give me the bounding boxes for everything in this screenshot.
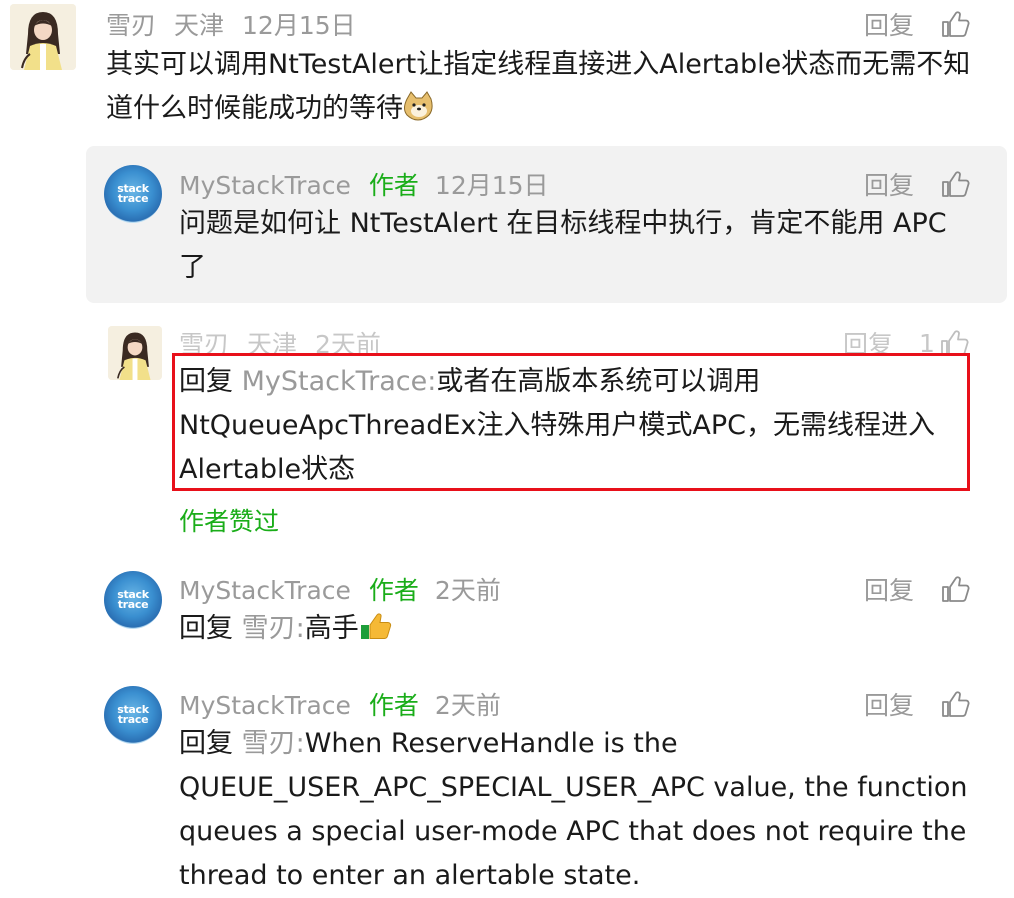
reply-prefix: 回复 bbox=[179, 613, 233, 644]
like-icon[interactable] bbox=[940, 689, 970, 719]
user-avatar[interactable] bbox=[108, 326, 162, 380]
comment-date: 12月15日 bbox=[242, 11, 356, 40]
reply-button[interactable]: 回复 bbox=[864, 686, 914, 722]
avatar-image bbox=[10, 4, 76, 70]
like-icon[interactable] bbox=[940, 574, 970, 604]
author-avatar[interactable]: stack trace bbox=[104, 165, 162, 223]
doge-emoji-icon bbox=[404, 91, 433, 121]
comment-meta: MyStackTrace 作者 2天前 bbox=[179, 686, 501, 722]
logo-line2: trace bbox=[117, 713, 149, 726]
thumbs-up-emoji-icon bbox=[360, 613, 391, 639]
reply-colon: : bbox=[427, 366, 437, 397]
comment-text: 其实可以调用NtTestAlert让指定线程直接进入Alertable状态而无需… bbox=[106, 43, 996, 131]
comment-date: 2天前 bbox=[434, 691, 501, 720]
reply-colon: : bbox=[295, 728, 305, 759]
comment-text: 回复 雪刃:When ReserveHandle is the QUEUE_US… bbox=[179, 722, 969, 898]
avatar-image bbox=[108, 326, 162, 380]
reply-target[interactable]: 雪刃 bbox=[242, 613, 296, 644]
stacktrace-logo-icon: stack trace bbox=[117, 704, 149, 726]
comment-thread: 雪刃 天津 12月15日 回复 其实可以调用NtTestAlert让指定线程直接… bbox=[0, 0, 1014, 897]
reply-button[interactable]: 回复 bbox=[864, 6, 914, 42]
commenter-name[interactable]: MyStackTrace bbox=[179, 691, 351, 720]
reply-prefix: 回复 bbox=[179, 728, 233, 759]
logo-line2: trace bbox=[117, 192, 149, 205]
reply-target[interactable]: MyStackTrace bbox=[242, 366, 428, 397]
author-liked-label: 作者赞过 bbox=[179, 507, 280, 536]
author-badge: 作者 bbox=[368, 576, 419, 605]
reply-button[interactable]: 回复 bbox=[864, 571, 914, 607]
comment-text: 回复 雪刃:高手 bbox=[179, 607, 959, 651]
reply-prefix: 回复 bbox=[179, 366, 233, 397]
reply-target[interactable]: 雪刃 bbox=[242, 728, 296, 759]
comment-meta: MyStackTrace 作者 12月15日 bbox=[179, 166, 549, 202]
stacktrace-logo-icon: stack trace bbox=[117, 183, 149, 205]
like-icon[interactable] bbox=[940, 169, 970, 199]
commenter-location: 天津 bbox=[174, 11, 225, 40]
comment-body: 高手 bbox=[304, 613, 359, 644]
commenter-name[interactable]: 雪刃 bbox=[106, 6, 156, 42]
comment-actions: 回复 bbox=[864, 571, 970, 607]
stacktrace-logo-icon: stack trace bbox=[117, 589, 149, 611]
comment-meta: MyStackTrace 作者 2天前 bbox=[179, 571, 501, 607]
comment-date: 2天前 bbox=[434, 576, 501, 605]
commenter-name[interactable]: MyStackTrace bbox=[179, 171, 351, 200]
comment-text: 回复 MyStackTrace:或者在高版本系统可以调用NtQueueApcTh… bbox=[179, 360, 965, 492]
commenter-name[interactable]: MyStackTrace bbox=[179, 576, 351, 605]
author-badge: 作者 bbox=[368, 691, 419, 720]
author-avatar[interactable]: stack trace bbox=[104, 686, 162, 744]
user-avatar[interactable] bbox=[10, 4, 76, 70]
author-avatar[interactable]: stack trace bbox=[104, 571, 162, 629]
comment-date: 12月15日 bbox=[434, 171, 549, 200]
author-badge: 作者 bbox=[368, 171, 419, 200]
comment-actions: 回复 bbox=[864, 6, 970, 42]
reply-button[interactable]: 回复 bbox=[864, 166, 914, 202]
comment-meta: 雪刃 天津 12月15日 bbox=[106, 6, 356, 42]
reply-colon: : bbox=[295, 613, 305, 644]
comment-actions: 回复 bbox=[864, 166, 970, 202]
comment-actions: 回复 bbox=[864, 686, 970, 722]
like-icon[interactable] bbox=[940, 9, 970, 39]
logo-line2: trace bbox=[117, 598, 149, 611]
comment-body: 其实可以调用NtTestAlert让指定线程直接进入Alertable状态而无需… bbox=[106, 49, 971, 124]
comment-text: 问题是如何让 NtTestAlert 在目标线程中执行，肯定不能用 APC 了 bbox=[179, 208, 947, 283]
